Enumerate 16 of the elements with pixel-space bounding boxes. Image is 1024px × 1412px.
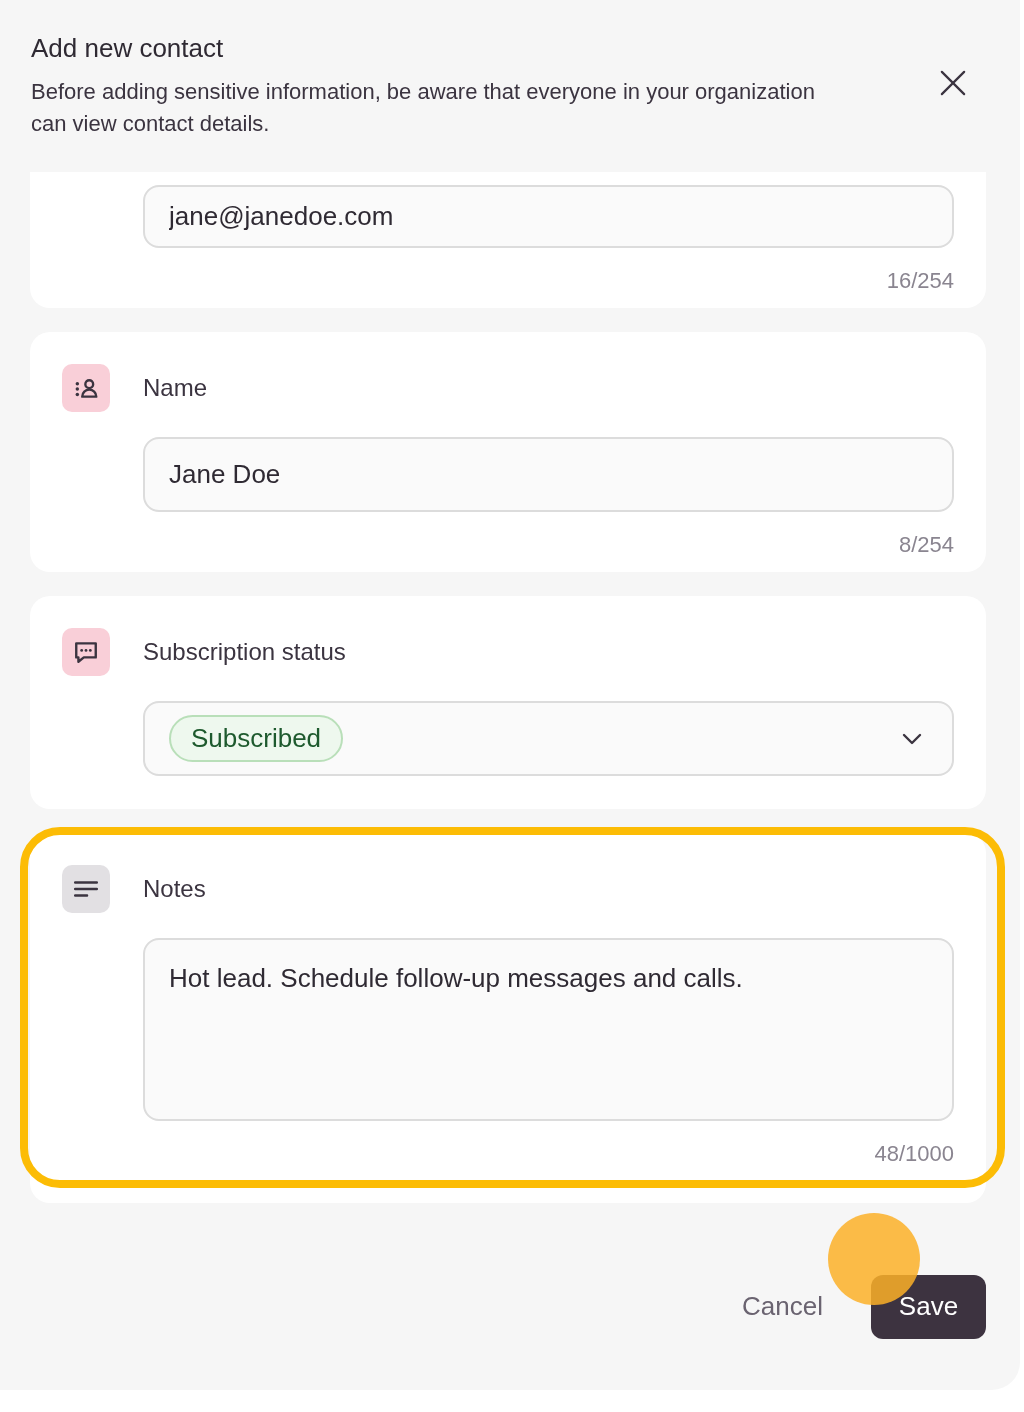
field-label: Subscription status: [143, 638, 346, 666]
field-label: Notes: [143, 875, 206, 903]
close-icon[interactable]: [940, 70, 966, 96]
chevron-down-icon: [902, 732, 922, 745]
character-counter: 8/254: [898, 532, 954, 558]
character-counter: 48/1000: [874, 1141, 954, 1167]
dialog-title: Add new contact: [31, 32, 225, 64]
input-field[interactable]: jane@janedoe.com: [143, 185, 954, 248]
input-field[interactable]: Jane Doe: [143, 437, 954, 512]
status-dropdown[interactable]: Subscribed: [143, 701, 954, 776]
status-tag: Subscribed: [169, 715, 344, 762]
notes-field[interactable]: Hot lead. Schedule follow-up messages and calls.: [143, 938, 954, 1121]
field-label: Name: [143, 374, 208, 402]
character-counter: 16/254: [886, 268, 954, 294]
dialog-description: Before adding sensitive information, be aware that everyone in your organization can view contact details.: [31, 78, 816, 138]
cancel-button[interactable]: Cancel: [742, 1291, 823, 1322]
